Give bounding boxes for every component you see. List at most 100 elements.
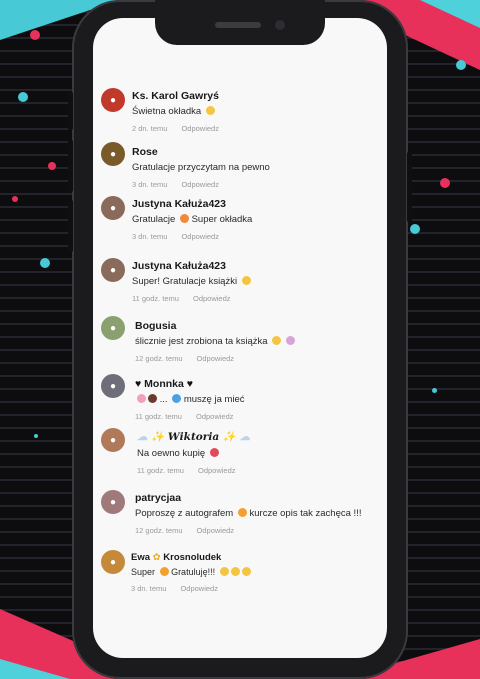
comment-meta: 12 godz. temu Odpowiedz [135,354,234,363]
comment-author[interactable]: Justyna Kałuża423 [132,198,226,210]
reply-button[interactable]: Odpowiedz [193,294,231,303]
decor-triangle [420,0,480,28]
comment-text-part: ... [159,394,168,405]
heart-eyes-emoji-icon [179,214,189,223]
comment-text-part: Poproszę z autografem [135,508,234,519]
reply-button[interactable]: Odpowiedz [180,584,218,593]
smile-emoji-icon [241,276,251,285]
comment-author-name: 𝑾𝒊𝒌𝒕𝒐𝒓𝒊𝒂 [167,431,220,443]
volume-button [68,92,73,130]
clap-emoji-icon [230,567,240,576]
avatar[interactable]: ● [101,490,125,514]
comments-screen: ● Ks. Karol Gawryś Świetna okładka 2 dn.… [93,18,387,658]
cloud-icon: ☁ [137,431,148,443]
smile-emoji-icon [205,106,215,115]
comment-text: Super Gratuluję!!! [131,567,251,577]
comment-time: 3 dn. temu [131,584,167,593]
comment-time: 3 dn. temu [132,180,168,189]
avatar[interactable]: ● [101,428,125,452]
grin-emoji-icon [159,567,169,576]
decor-dot [40,258,50,268]
comment-author[interactable]: Rose [132,146,158,158]
sparkles-icon: ✨ [222,431,236,443]
comment-text-part: muszę ja mieć [183,394,245,405]
comment-time: 11 godz. temu [135,412,182,421]
comment-author-name: Krosnoludek [163,552,222,563]
avatar[interactable]: ● [101,196,125,220]
phone-notch [155,0,325,45]
comment-author[interactable]: Ewa ✿ Krosnoludek [131,552,221,563]
reply-button[interactable]: Odpowiedz [196,412,234,421]
comment-text-content: ślicznie jest zrobiona ta książka [135,336,268,347]
comment-text: Poproszę z autografem kurcze opis tak za… [135,508,361,519]
reply-button[interactable]: Odpowiedz [181,180,219,189]
comment-meta: 3 dn. temu Odpowiedz [132,180,219,189]
black-heart-icon: ♥ [186,378,193,390]
avatar[interactable]: ● [101,550,125,574]
comment-text: ... muszę ja mieć [135,394,245,405]
comment-text-content: Świetna okładka [132,106,202,117]
comment-time: 3 dn. temu [132,232,168,241]
reply-button[interactable]: Odpowiedz [198,466,236,475]
comment-text-part: Gratulacje [132,214,176,225]
decor-dot [12,196,18,202]
clap-emoji-icon [219,567,229,576]
brown-heart-icon [148,394,157,403]
power-button [407,152,412,222]
reply-button[interactable]: Odpowiedz [197,526,235,535]
heart-gift-emoji-icon [209,448,219,457]
comment-author-name: Monnka [144,378,184,390]
comment-text: Gratulacje przyczytam na pewno [132,162,270,173]
decor-dot [410,224,420,234]
reply-button[interactable]: Odpowiedz [181,232,219,241]
comment-text-part: kurcze opis tak zachęca !!! [249,508,362,519]
avatar[interactable]: ● [101,374,125,398]
decor-dot [432,388,437,393]
comment-author[interactable]: ♥ Monnka ♥ [135,378,193,390]
avatar[interactable]: ● [101,142,125,166]
comment-text-part: Gratuluję!!! [171,567,216,577]
comment-time: 2 dn. temu [132,124,168,133]
comment-author[interactable]: Justyna Kałuża423 [132,260,226,272]
reply-button[interactable]: Odpowiedz [181,124,219,133]
cloud-icon: ☁ [239,431,251,443]
comment-text: Na oewno kupię [137,448,219,459]
black-heart-icon: ♥ [135,378,142,390]
comment-text-content: Super! Gratulacje książki [132,276,238,287]
decor-dot [34,434,38,438]
grin-emoji-icon [237,508,247,517]
avatar[interactable]: ● [101,88,125,112]
comment-author[interactable]: Ks. Karol Gawryś [132,90,219,102]
comment-text-part: Super okładka [191,214,253,225]
avatar[interactable]: ● [101,316,125,340]
comment-author[interactable]: patrycjaa [135,492,181,504]
reply-button[interactable]: Odpowiedz [197,354,235,363]
comment-author-name: Ewa [131,552,151,563]
comment-time: 11 godz. temu [137,466,184,475]
decor-dot [436,40,446,50]
avatar[interactable]: ● [101,258,125,282]
sunflower-icon: ✿ [152,552,161,563]
comment-meta: 3 dn. temu Odpowiedz [131,584,218,593]
comment-meta: 12 godz. temu Odpowiedz [135,526,234,535]
comment-text: ślicznie jest zrobiona ta książka [135,336,295,347]
decor-dot [48,162,56,170]
comment-meta: 11 godz. temu Odpowiedz [132,294,231,303]
comment-meta: 11 godz. temu Odpowiedz [137,466,236,475]
comment-time: 12 godz. temu [135,354,183,363]
decor-dot [440,178,450,188]
comment-author[interactable]: ☁ ✨ 𝑾𝒊𝒌𝒕𝒐𝒓𝒊𝒂 ✨ ☁ [137,430,250,443]
comment-meta: 2 dn. temu Odpowiedz [132,124,219,133]
comment-time: 12 godz. temu [135,526,183,535]
comment-text-content: Na oewno kupię [137,448,206,459]
decor-dot [30,30,40,40]
comment-text-part: Super [131,567,156,577]
speaker-icon [215,22,261,28]
comment-author[interactable]: Bogusia [135,320,176,332]
emoji-icon [172,394,182,403]
emoji-icon [137,394,146,403]
comment-meta: 11 godz. temu Odpowiedz [135,412,234,421]
clap-emoji-icon [241,567,251,576]
person-emoji-icon [285,336,295,345]
angel-emoji-icon [272,336,282,345]
